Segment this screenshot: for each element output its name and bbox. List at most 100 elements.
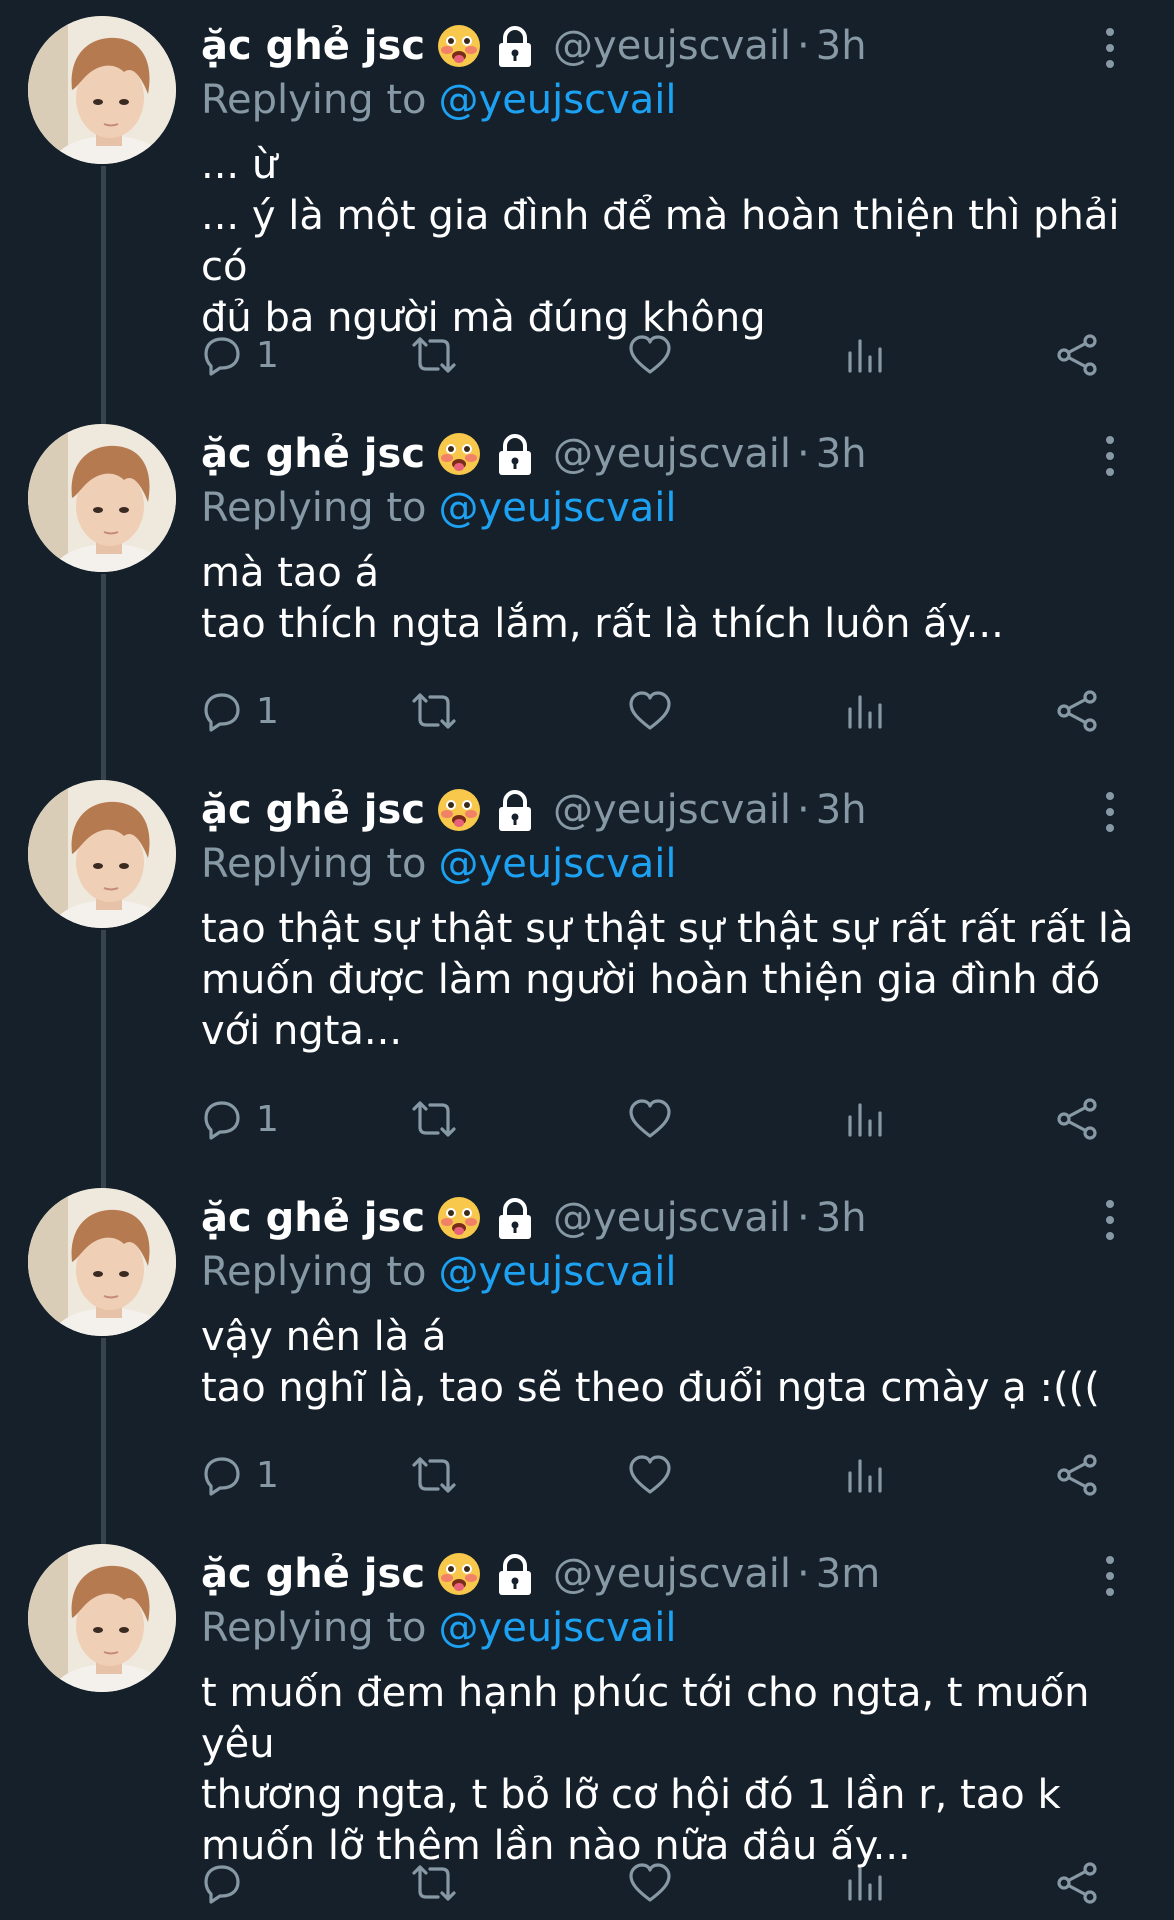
tweet-text-line: vậy nên là á: [201, 1314, 447, 1360]
tweet-text-line: tao thật sự thật sự thật sự thật sự rất …: [201, 906, 1134, 952]
more-options-icon[interactable]: [1098, 1198, 1122, 1242]
views-button[interactable]: [840, 681, 888, 741]
author-handle[interactable]: @yeujscvail: [553, 20, 791, 72]
tweet-time[interactable]: 3h: [816, 428, 867, 480]
replying-to: Replying to @yeujscvail: [201, 838, 677, 890]
retweet-button[interactable]: [410, 1089, 458, 1149]
replying-to-mention[interactable]: @yeujscvail: [439, 1249, 677, 1295]
thread-line: [101, 166, 106, 408]
protected-lock-icon: [499, 1554, 532, 1595]
retweet-button[interactable]: [410, 325, 458, 385]
views-button[interactable]: [840, 1089, 888, 1149]
like-button[interactable]: [626, 681, 674, 741]
share-button[interactable]: [1054, 1853, 1102, 1913]
display-name[interactable]: ặc ghẻ jsc: [201, 784, 425, 836]
replying-to-mention[interactable]: @yeujscvail: [439, 841, 677, 887]
more-options-icon[interactable]: [1098, 434, 1122, 478]
display-name[interactable]: ặc ghẻ jsc: [201, 1548, 425, 1600]
tweet-time[interactable]: 3h: [816, 1192, 867, 1244]
reply-icon: [204, 693, 240, 732]
avatar-image: [28, 780, 176, 928]
reply-count: 1: [256, 1098, 279, 1140]
thread-line: [101, 930, 106, 1172]
tweet-time[interactable]: 3h: [816, 20, 867, 72]
tweet-thread: ặc ghẻ jsc @yeujscvail · 3h Replying to …: [0, 0, 1174, 1920]
replying-to-mention[interactable]: @yeujscvail: [439, 1605, 677, 1651]
share-button[interactable]: [1054, 1089, 1102, 1149]
avatar[interactable]: [28, 1544, 176, 1692]
thread-line: [101, 1172, 106, 1188]
like-button[interactable]: [626, 1445, 674, 1505]
share-icon: [1057, 690, 1097, 732]
tweet[interactable]: ặc ghẻ jsc @yeujscvail · 3m Replying to …: [0, 1528, 1174, 1920]
tweet-header: ặc ghẻ jsc @yeujscvail · 3h: [201, 1192, 867, 1244]
tweet-text: t muốn đem hạnh phúc tới cho ngta, t muố…: [201, 1668, 1141, 1872]
display-name[interactable]: ặc ghẻ jsc: [201, 1192, 425, 1244]
retweet-icon: [412, 1457, 456, 1493]
separator-dot: ·: [797, 1195, 810, 1241]
display-name[interactable]: ặc ghẻ jsc: [201, 20, 425, 72]
share-icon: [1057, 334, 1097, 376]
analytics-icon: [848, 1867, 882, 1901]
avatar-image: [28, 1544, 176, 1692]
tweet[interactable]: ặc ghẻ jsc @yeujscvail · 3h Replying to …: [0, 408, 1174, 764]
replying-to-mention[interactable]: @yeujscvail: [439, 77, 677, 123]
replying-to-label: Replying to: [201, 77, 427, 123]
replying-to: Replying to @yeujscvail: [201, 1602, 677, 1654]
reply-button[interactable]: 1: [198, 325, 279, 385]
tweet[interactable]: ặc ghẻ jsc @yeujscvail · 3h Replying to …: [0, 0, 1174, 408]
display-name[interactable]: ặc ghẻ jsc: [201, 428, 425, 480]
tweet[interactable]: ặc ghẻ jsc @yeujscvail · 3h Replying to …: [0, 1172, 1174, 1528]
reply-count: 1: [256, 1454, 279, 1496]
share-button[interactable]: [1054, 1445, 1102, 1505]
protected-lock-icon: [499, 1198, 532, 1239]
analytics-icon: [848, 339, 882, 373]
reply-button[interactable]: [198, 1853, 256, 1913]
author-handle[interactable]: @yeujscvail: [553, 1548, 791, 1600]
share-icon: [1057, 1098, 1097, 1140]
author-handle[interactable]: @yeujscvail: [553, 428, 791, 480]
tweet-text-line: ... ý là một gia đình để mà hoàn thiện t…: [201, 193, 1133, 290]
like-button[interactable]: [626, 1089, 674, 1149]
tweet-text: vậy nên là á tao nghĩ là, tao sẽ theo đu…: [201, 1312, 1141, 1414]
more-options-icon[interactable]: [1098, 26, 1122, 70]
replying-to: Replying to @yeujscvail: [201, 74, 677, 126]
reply-button[interactable]: 1: [198, 1445, 279, 1505]
reply-icon: [204, 337, 240, 376]
author-handle[interactable]: @yeujscvail: [553, 784, 791, 836]
tweet-text: mà tao á tao thích ngta lắm, rất là thíc…: [201, 548, 1141, 650]
avatar[interactable]: [28, 16, 176, 164]
share-icon: [1057, 1454, 1097, 1496]
retweet-button[interactable]: [410, 681, 458, 741]
views-button[interactable]: [840, 1445, 888, 1505]
tweet-time[interactable]: 3m: [816, 1548, 880, 1600]
share-button[interactable]: [1054, 325, 1102, 385]
views-button[interactable]: [840, 325, 888, 385]
avatar[interactable]: [28, 424, 176, 572]
replying-to-label: Replying to: [201, 841, 427, 887]
share-button[interactable]: [1054, 681, 1102, 741]
avatar[interactable]: [28, 780, 176, 928]
more-options-icon[interactable]: [1098, 790, 1122, 834]
tweet-text-line: mà tao á: [201, 550, 380, 596]
reply-button[interactable]: 1: [198, 681, 279, 741]
share-icon: [1057, 1862, 1097, 1904]
retweet-button[interactable]: [410, 1445, 458, 1505]
analytics-icon: [848, 1103, 882, 1137]
like-button[interactable]: [626, 1853, 674, 1913]
replying-to-mention[interactable]: @yeujscvail: [439, 485, 677, 531]
like-button[interactable]: [626, 325, 674, 385]
views-button[interactable]: [840, 1853, 888, 1913]
more-options-icon[interactable]: [1098, 1554, 1122, 1598]
flushed-face-emoji-icon: [438, 25, 481, 67]
tweet-text-line: t muốn đem hạnh phúc tới cho ngta, t muố…: [201, 1670, 1103, 1767]
avatar-image: [28, 424, 176, 572]
avatar[interactable]: [28, 1188, 176, 1336]
retweet-icon: [412, 1101, 456, 1137]
author-handle[interactable]: @yeujscvail: [553, 1192, 791, 1244]
tweet[interactable]: ặc ghẻ jsc @yeujscvail · 3h Replying to …: [0, 764, 1174, 1172]
tweet-time[interactable]: 3h: [816, 784, 867, 836]
reply-button[interactable]: 1: [198, 1089, 279, 1149]
retweet-button[interactable]: [410, 1853, 458, 1913]
tweet-text-line: muốn được làm người hoàn thiện gia đình …: [201, 957, 1101, 1003]
